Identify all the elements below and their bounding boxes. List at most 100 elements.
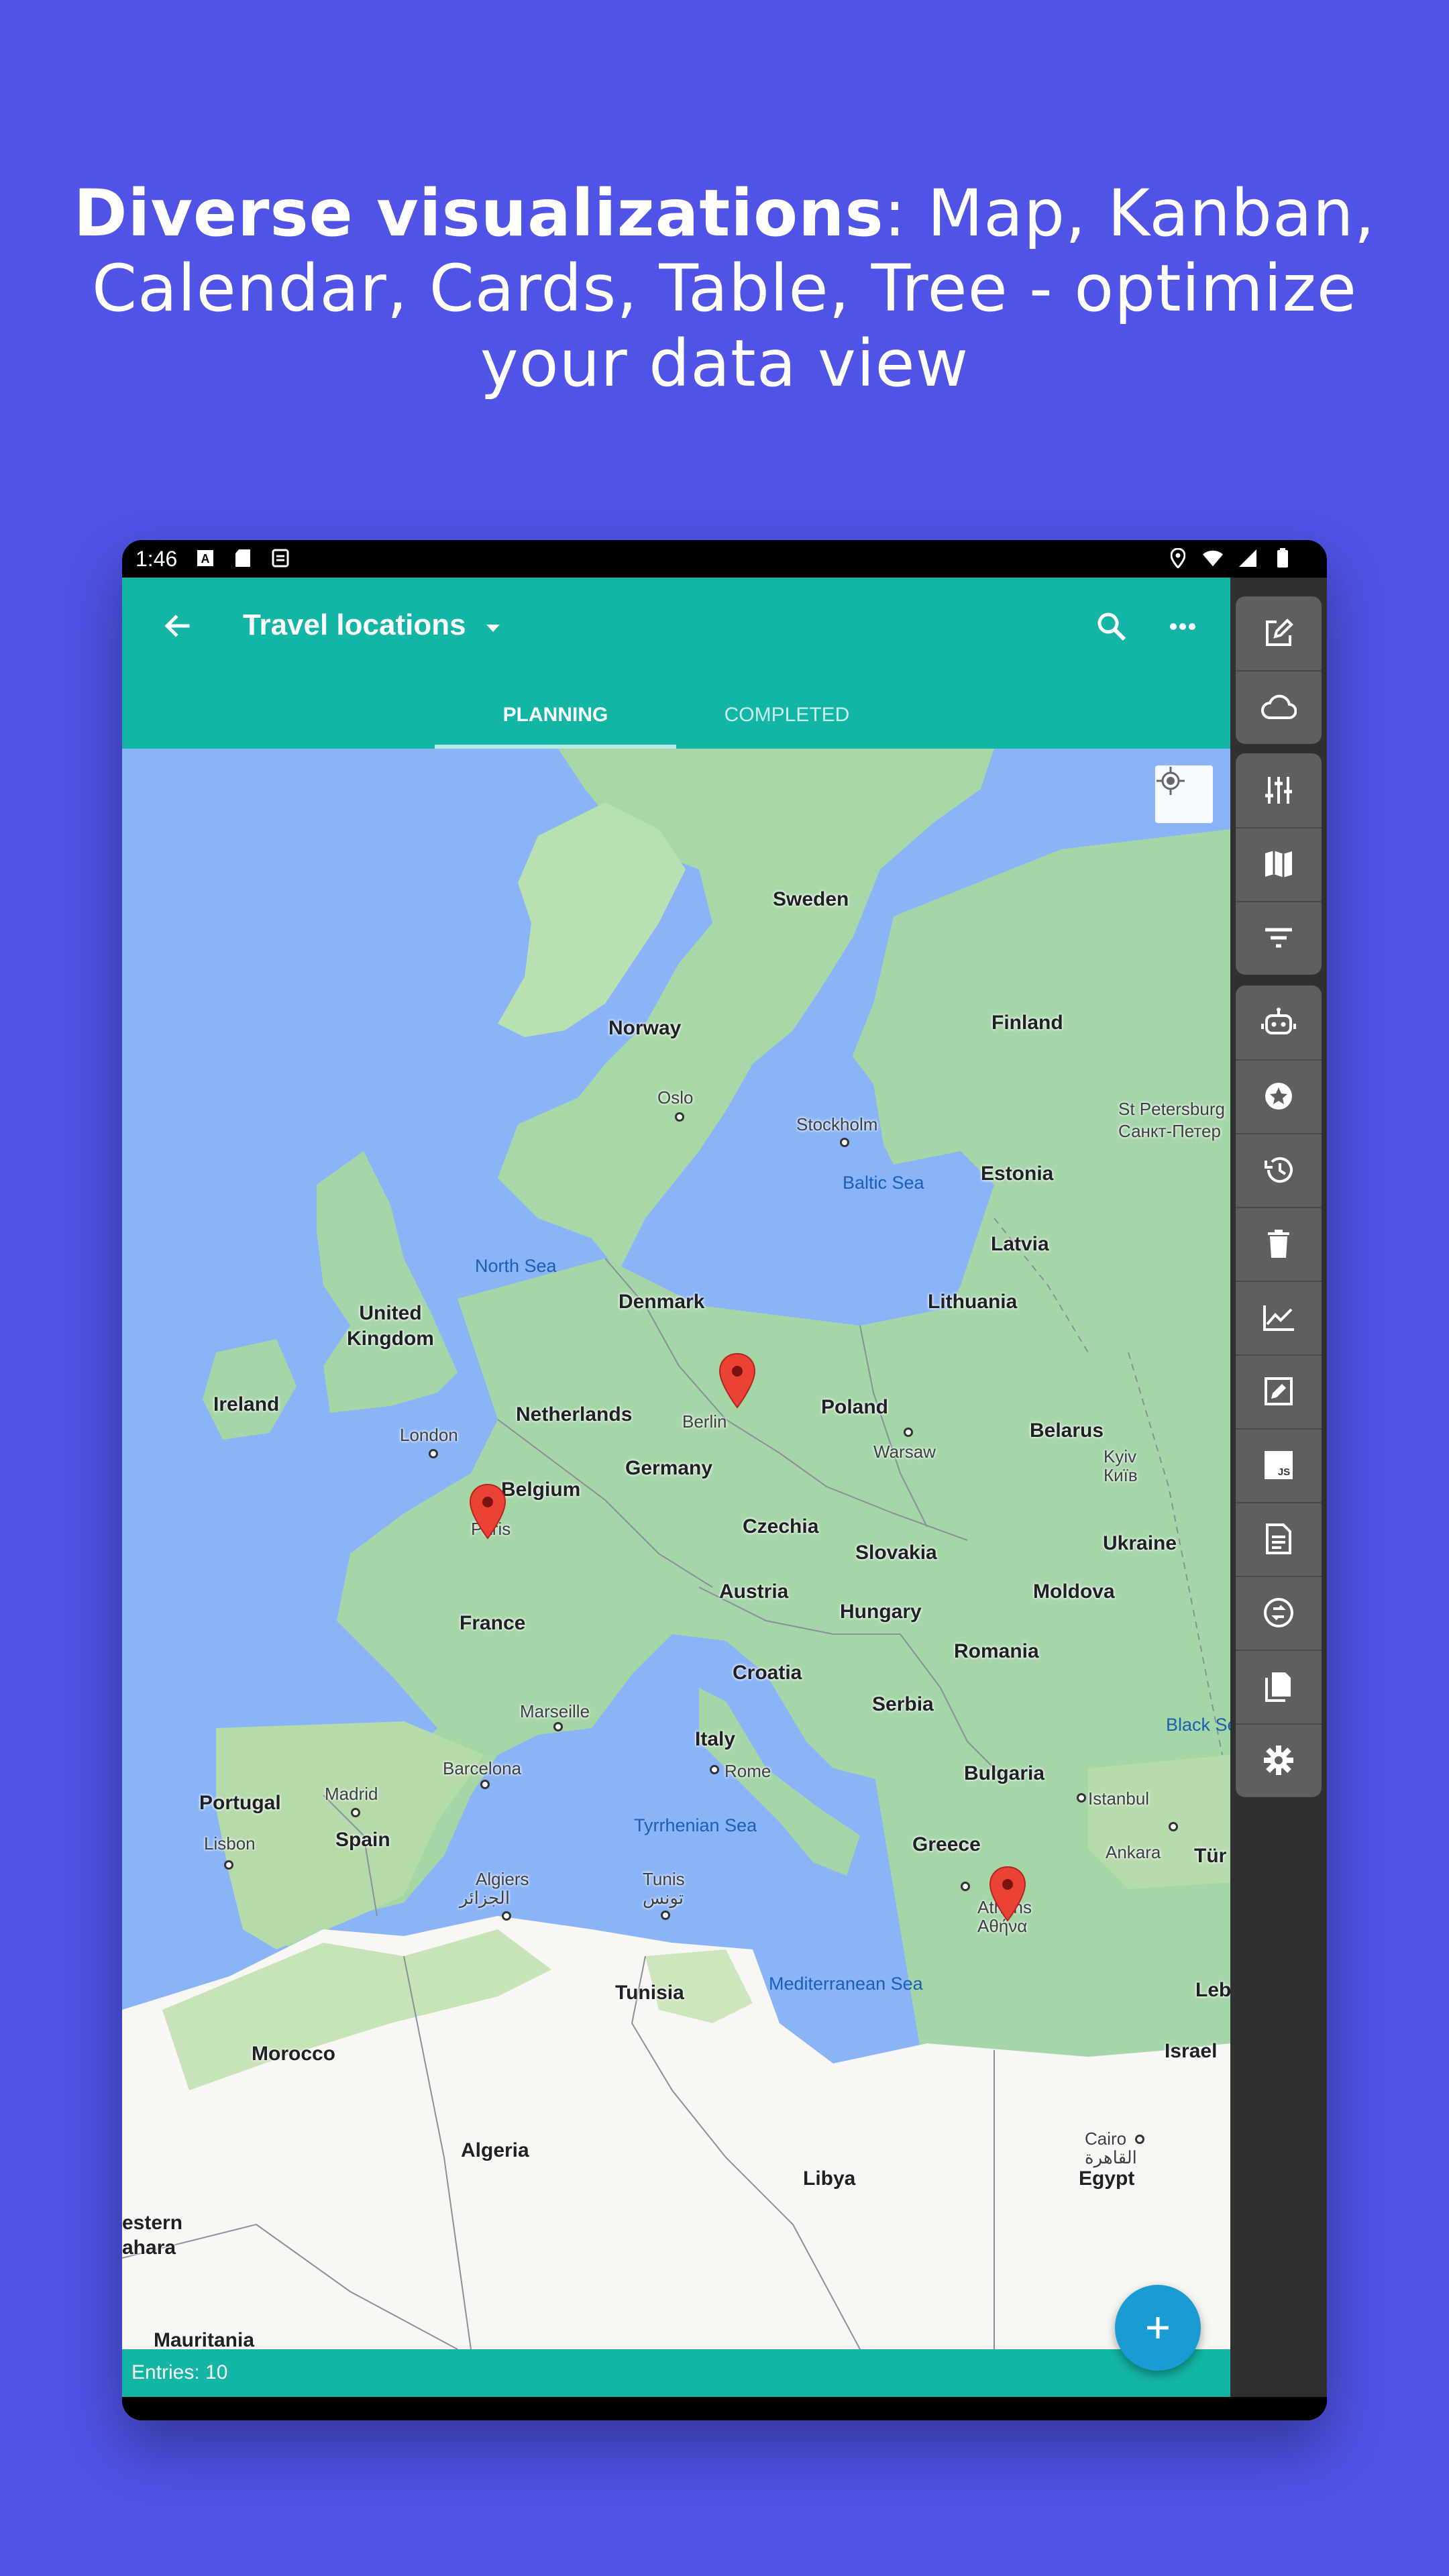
side-panel: JS <box>1230 578 1327 2397</box>
document-icon[interactable] <box>1236 1502 1322 1576</box>
map-label-country: Hungary <box>840 1601 922 1623</box>
arrow-back-icon[interactable] <box>156 604 199 647</box>
map-label-city: Санкт-Петер <box>1118 1121 1221 1141</box>
map-label-city: Київ <box>1104 1465 1138 1485</box>
map-label-city: Berlin <box>682 1411 727 1432</box>
city-dot <box>675 1112 684 1122</box>
map-label-city: الجزائر <box>460 1888 511 1908</box>
location-marker-athens[interactable] <box>987 1866 1028 1926</box>
search-icon[interactable] <box>1089 604 1134 649</box>
robot-icon[interactable] <box>1236 985 1322 1059</box>
filter-icon[interactable] <box>1236 901 1322 975</box>
map-label-country: Norway <box>608 1017 682 1039</box>
city-dot <box>1077 1793 1086 1803</box>
app-bar: Travel locations <box>122 578 1230 682</box>
map-label-city: Rome <box>724 1761 771 1781</box>
settings-icon[interactable] <box>1236 1723 1322 1797</box>
add-entry-button[interactable] <box>1115 2285 1201 2371</box>
location-marker-paris[interactable] <box>468 1483 508 1544</box>
headline: Diverse visualizations: Map, Kanban, Cal… <box>67 176 1382 401</box>
battery-icon <box>1272 547 1293 570</box>
city-dot <box>553 1722 563 1731</box>
status-time: 1:46 <box>136 547 178 571</box>
my-location-icon[interactable] <box>1155 765 1213 823</box>
map-label-country: Netherlands <box>516 1403 633 1426</box>
map-label-country: Estonia <box>981 1163 1054 1185</box>
map-label-country: Bulgaria <box>964 1762 1045 1784</box>
map-label-country: Latvia <box>991 1233 1049 1255</box>
map-label-city: القاهرة <box>1085 2147 1137 2167</box>
map-label-city: Algiers <box>476 1869 529 1889</box>
city-dot <box>904 1428 913 1437</box>
tablet-device: 1:46 A Travel locations PLANNING COMPLET… <box>122 540 1327 2420</box>
map-land <box>122 749 1230 2349</box>
sync-circle-icon[interactable] <box>1236 1576 1322 1650</box>
map-label-city: Warsaw <box>873 1442 936 1462</box>
map-label-country: Morocco <box>252 2043 336 2065</box>
side-group-1 <box>1236 596 1322 744</box>
city-dot <box>429 1449 438 1458</box>
city-dot <box>1169 1822 1178 1831</box>
sync-icon <box>270 547 291 570</box>
map-label-city: St Petersburg <box>1118 1099 1225 1119</box>
edit-icon[interactable] <box>1236 596 1322 670</box>
map-label-city: تونس <box>643 1888 684 1908</box>
city-dot <box>840 1138 849 1147</box>
city-dot <box>961 1882 970 1891</box>
map-label-country: Denmark <box>619 1291 705 1313</box>
copy-icon[interactable] <box>1236 1650 1322 1723</box>
app-title[interactable]: Travel locations <box>243 608 466 642</box>
location-marker-berlin[interactable] <box>717 1352 757 1413</box>
map-label-city: Istanbul <box>1088 1788 1150 1809</box>
map-label-sea: Black Se <box>1166 1715 1230 1735</box>
map-label-city: London <box>400 1425 458 1445</box>
tab-completed[interactable]: COMPLETED <box>676 682 898 749</box>
map-label-city: Kyiv <box>1104 1446 1137 1466</box>
city-dot <box>224 1860 233 1870</box>
map-label-sea: Mediterranean Sea <box>769 1974 923 1994</box>
map-label-country: ahara <box>122 2237 176 2259</box>
map-label-country: Finland <box>991 1012 1063 1034</box>
map-label-country: Poland <box>821 1396 889 1418</box>
map-label-sea: Baltic Sea <box>843 1173 924 1193</box>
map-view[interactable]: Sweden Norway Finland Estonia Latvia Lit… <box>122 749 1230 2349</box>
system-nav-bar <box>122 2397 1327 2420</box>
caret-down-icon[interactable] <box>482 619 504 637</box>
headline-bold: Diverse visualizations <box>73 176 884 251</box>
map-label-country: United Kingdom <box>347 1302 434 1350</box>
cloud-icon[interactable] <box>1236 670 1322 744</box>
tab-bar: PLANNING COMPLETED <box>122 682 1230 749</box>
map-label-country: France <box>460 1612 526 1634</box>
a-notification-icon: A <box>195 547 216 570</box>
tab-planning[interactable]: PLANNING <box>435 682 676 749</box>
map-label-country: Libya <box>803 2167 856 2190</box>
chart-icon[interactable] <box>1236 1281 1322 1354</box>
map-label-city: Cairo <box>1085 2129 1127 2149</box>
map-label-country: Czechia <box>743 1515 819 1538</box>
star-icon[interactable] <box>1236 1059 1322 1133</box>
city-dot <box>710 1765 719 1774</box>
side-group-2 <box>1236 753 1322 975</box>
sd-card-icon <box>232 547 254 570</box>
location-icon <box>1167 547 1189 570</box>
map-label-country: Ireland <box>213 1393 280 1415</box>
tune-icon[interactable] <box>1236 753 1322 827</box>
status-footer: Entries: 10 <box>122 2349 1230 2397</box>
entries-count: Entries: 10 <box>131 2361 228 2383</box>
map-label-city: Tunis <box>643 1869 685 1889</box>
javascript-icon[interactable]: JS <box>1236 1428 1322 1502</box>
trash-icon[interactable] <box>1236 1207 1322 1281</box>
app-window: Travel locations PLANNING COMPLETED Swed… <box>122 578 1230 2397</box>
history-icon[interactable] <box>1236 1133 1322 1207</box>
status-bar: 1:46 A <box>122 540 1327 578</box>
map-label-country: Mauritania <box>154 2329 255 2349</box>
map-label-city: Stockholm <box>796 1114 878 1134</box>
map-label-city: Marseille <box>520 1701 590 1721</box>
more-horizontal-icon[interactable] <box>1161 604 1205 649</box>
svg-text:JS: JS <box>1278 1466 1290 1478</box>
edit-box-icon[interactable] <box>1236 1354 1322 1428</box>
wifi-icon <box>1202 547 1224 570</box>
map-icon[interactable] <box>1236 827 1322 901</box>
map-label-country: estern <box>122 2212 183 2234</box>
map-label-country: Italy <box>695 1728 736 1750</box>
